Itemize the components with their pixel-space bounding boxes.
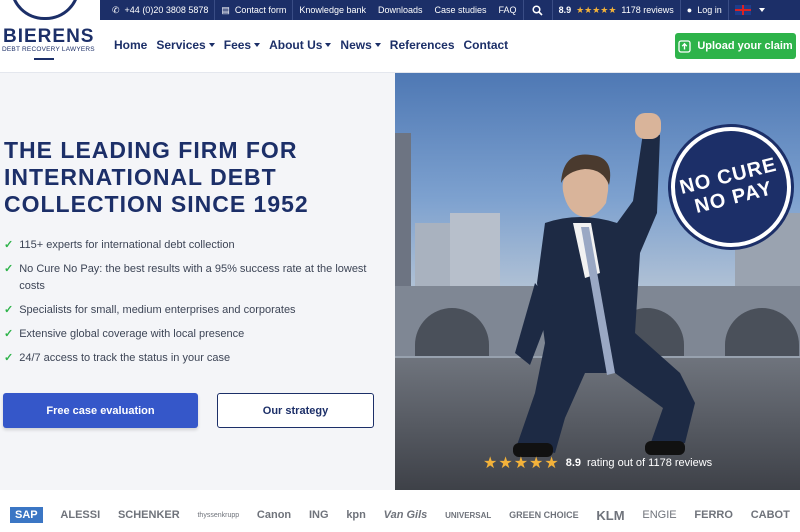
menu-burger-icon[interactable]	[34, 58, 54, 64]
star-rating-icon: ★★★★★	[576, 4, 617, 15]
benefit-text: 115+ experts for international debt coll…	[19, 239, 235, 251]
knowledge-bank-link[interactable]: Knowledge bank	[293, 0, 372, 20]
logo-arc	[10, 0, 80, 20]
nav-references[interactable]: References	[390, 38, 455, 52]
login-label: Log in	[697, 5, 722, 15]
hero-rating-text: rating out of 1178 reviews	[587, 457, 713, 469]
hero-rating-value: 8.9	[565, 457, 582, 469]
rating-value: 8.9	[558, 5, 572, 15]
search-icon[interactable]	[524, 0, 552, 20]
logo-tagline: DEBT RECOVERY LAWYERS	[2, 46, 95, 53]
hero-photo: NO CURE NO PAY ★★★★★ 8.9 rating out of 1…	[395, 73, 800, 490]
contact-form-link[interactable]: ▤ Contact form	[215, 0, 292, 20]
client-logo: CABOT	[750, 509, 790, 521]
hero-headline: THE LEADING FIRM FOR INTERNATIONAL DEBT …	[4, 137, 384, 218]
free-case-evaluation-button[interactable]: Free case evaluation	[3, 393, 198, 428]
nav-fees[interactable]: Fees	[223, 38, 261, 52]
nav-news-label: News	[340, 38, 372, 52]
upload-claim-button[interactable]: Upload your claim	[675, 33, 796, 59]
client-logo: ENGIE	[642, 509, 677, 521]
benefit-text: 24/7 access to track the status in your …	[19, 352, 231, 364]
client-logo: Canon	[256, 509, 292, 521]
client-logo: KLM	[596, 507, 625, 523]
benefit-text: No Cure No Pay: the best results with a …	[19, 263, 367, 292]
headline-line-3: COLLECTION SINCE 1952	[4, 191, 309, 217]
language-selector[interactable]	[729, 0, 771, 20]
upload-claim-label: Upload your claim	[697, 40, 793, 52]
headline-line-2: INTERNATIONAL DEBT	[4, 164, 277, 190]
reviews-rating[interactable]: 8.9 ★★★★★ 1178 reviews	[553, 0, 680, 20]
check-icon: ✓	[4, 239, 14, 251]
chevron-down-icon	[325, 43, 332, 47]
benefit-text: Specialists for small, medium enterprise…	[19, 304, 296, 316]
phone-number: +44 (0)20 3808 5878	[124, 5, 209, 15]
user-icon: ●	[686, 5, 693, 15]
check-icon: ✓	[4, 304, 14, 316]
client-logo: GREEN CHOICE	[509, 510, 579, 520]
client-logo: ALESSI	[60, 509, 101, 521]
case-studies-link[interactable]: Case studies	[429, 0, 493, 20]
star-rating-icon: ★★★★★	[483, 455, 560, 472]
check-icon: ✓	[4, 328, 14, 340]
list-item: ✓ No Cure No Pay: the best results with a…	[4, 261, 384, 295]
reviews-count: 1178 reviews	[621, 5, 674, 15]
nav-home[interactable]: Home	[114, 38, 147, 52]
nav-services[interactable]: Services	[156, 38, 215, 52]
chevron-down-icon	[208, 43, 215, 47]
uk-flag-icon	[734, 5, 751, 15]
client-logo: SAP	[10, 507, 43, 523]
nav-about[interactable]: About Us	[269, 38, 332, 52]
chevron-down-icon	[758, 8, 765, 12]
check-icon: ✓	[4, 263, 14, 275]
client-logo: ING	[308, 509, 329, 521]
chevron-down-icon	[374, 43, 381, 47]
logo-name: BIERENS	[3, 26, 95, 47]
check-icon: ✓	[4, 352, 14, 364]
nav-contact[interactable]: Contact	[464, 38, 509, 52]
utility-bar: ✆ +44 (0)20 3808 5878 ▤ Contact form Kno…	[100, 0, 800, 20]
list-item: ✓ Specialists for small, medium enterpris…	[4, 302, 384, 319]
chat-icon: ▤	[221, 4, 230, 15]
list-item: ✓ Extensive global coverage with local pr…	[4, 326, 384, 343]
login-link[interactable]: ● Log in	[681, 0, 728, 20]
nav-news[interactable]: News	[340, 38, 381, 52]
chevron-down-icon	[254, 43, 261, 47]
list-item: ✓ 24/7 access to track the status in your…	[4, 350, 384, 367]
hero-rating[interactable]: ★★★★★ 8.9 rating out of 1178 reviews	[483, 453, 712, 473]
nav-about-label: About Us	[269, 38, 323, 52]
benefit-text: Extensive global coverage with local pre…	[19, 328, 245, 340]
bierens-logo[interactable]: BIERENS DEBT RECOVERY LAWYERS	[0, 0, 96, 70]
contact-form-label: Contact form	[234, 5, 287, 15]
downloads-link[interactable]: Downloads	[372, 0, 429, 20]
phone-link[interactable]: ✆ +44 (0)20 3808 5878	[100, 0, 214, 20]
client-logo: Van Gils	[383, 509, 428, 521]
list-item: ✓ 115+ experts for international debt col…	[4, 237, 384, 254]
nav-services-label: Services	[156, 38, 206, 52]
nav-fees-label: Fees	[223, 38, 252, 52]
client-logo: UNIVERSAL	[445, 510, 492, 520]
our-strategy-button[interactable]: Our strategy	[217, 393, 374, 428]
main-nav: Home Services Fees About Us News Referen…	[114, 38, 508, 52]
benefits-list: ✓ 115+ experts for international debt col…	[4, 237, 384, 374]
client-logos-strip: SAP ALESSI SCHENKER thyssenkrupp Canon I…	[0, 498, 800, 532]
headline-line-1: THE LEADING FIRM FOR	[4, 137, 298, 163]
faq-link[interactable]: FAQ	[493, 0, 523, 20]
client-logo: SCHENKER	[117, 509, 180, 521]
client-logo: FERRO	[694, 509, 733, 521]
upload-icon	[678, 39, 691, 53]
client-logo: kpn	[346, 509, 366, 521]
phone-icon: ✆	[112, 4, 120, 15]
client-logo: thyssenkrupp	[197, 511, 240, 519]
